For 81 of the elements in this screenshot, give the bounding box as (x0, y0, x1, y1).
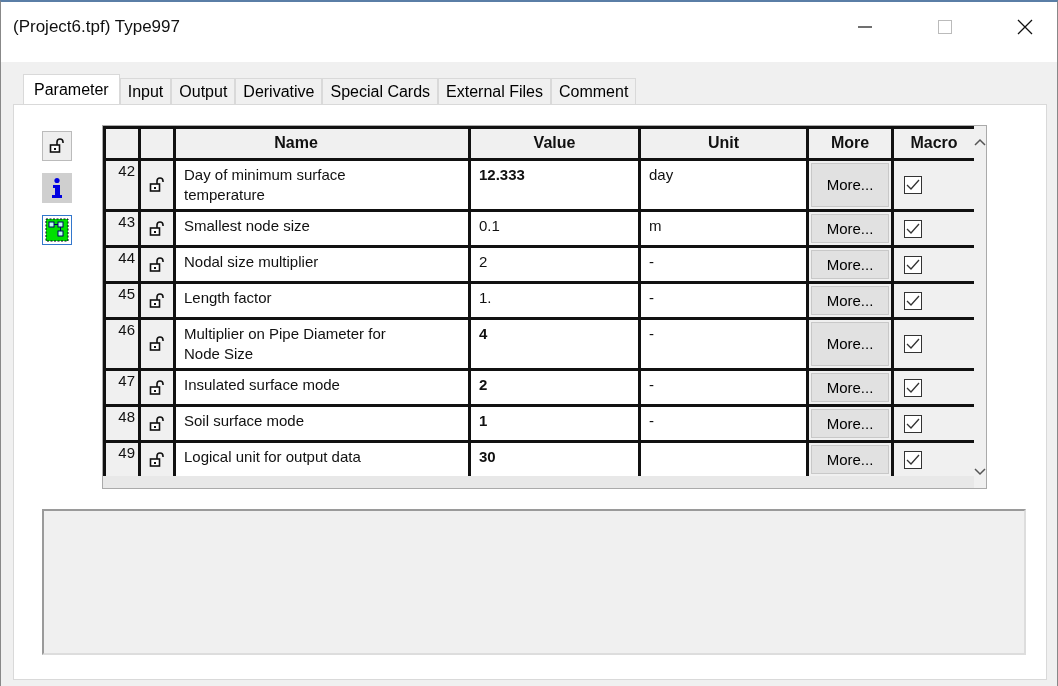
value-field[interactable]: 2 (471, 371, 638, 404)
row-number: 48 (106, 407, 138, 440)
parameter-name: Multiplier on Pipe Diameter for Node Size (176, 320, 468, 368)
value-field[interactable]: 2 (471, 248, 638, 281)
row-number: 45 (106, 284, 138, 317)
checkbox[interactable] (904, 291, 922, 310)
checkbox[interactable] (904, 335, 922, 353)
padlock-icon[interactable] (149, 292, 165, 309)
row-number: 47 (106, 371, 138, 404)
value-field[interactable]: 1 (471, 407, 638, 440)
parameter-name: Nodal size multiplier (176, 248, 468, 281)
row-number: 44 (106, 248, 138, 281)
padlock-icon[interactable] (149, 336, 165, 352)
value-field[interactable]: 4 (471, 320, 638, 368)
tab[interactable]: Derivative (235, 78, 323, 104)
unit-field[interactable] (641, 443, 806, 476)
padlock-icon[interactable] (149, 415, 165, 432)
more-button[interactable]: More... (811, 214, 889, 243)
parameter-name: Insulated surface mode (176, 371, 468, 404)
more-button[interactable]: More... (811, 373, 889, 402)
value-field[interactable]: 0.1 (471, 212, 638, 245)
unit-field[interactable]: m (641, 212, 806, 245)
parameter-name: Length factor (176, 284, 468, 317)
checkbox[interactable] (904, 378, 922, 397)
tab[interactable]: External Files (438, 78, 551, 104)
checkbox[interactable] (904, 255, 922, 274)
column-header: Name (176, 129, 468, 158)
unit-field[interactable]: - (641, 284, 806, 317)
padlock-icon[interactable] (149, 220, 165, 237)
unit-field[interactable]: - (641, 371, 806, 404)
more-button[interactable]: More... (811, 250, 889, 279)
more-button[interactable]: More... (811, 409, 889, 438)
tab[interactable]: Input (119, 78, 172, 104)
padlock-icon[interactable] (149, 177, 165, 193)
column-header: Unit (641, 129, 806, 158)
diagram-icon (45, 218, 69, 242)
window-title: (Project6.tpf) Type997 (13, 17, 180, 37)
column-header: Value (471, 129, 638, 158)
value-field[interactable]: 12.333 (471, 161, 638, 209)
info-icon (49, 177, 65, 199)
checkbox[interactable] (904, 414, 922, 433)
info-button[interactable] (42, 173, 72, 203)
unit-field[interactable]: day (641, 161, 806, 209)
padlock-icon[interactable] (149, 379, 165, 396)
more-button[interactable]: More... (811, 445, 889, 474)
tab[interactable]: Special Cards (322, 78, 439, 104)
checkbox[interactable] (904, 176, 922, 194)
header-cell (106, 129, 138, 158)
checkbox[interactable] (904, 219, 922, 238)
lock-button[interactable] (42, 131, 72, 161)
row-number: 46 (106, 320, 138, 368)
row-number: 42 (106, 161, 138, 209)
unit-field[interactable]: - (641, 248, 806, 281)
unit-field[interactable]: - (641, 407, 806, 440)
parameter-name: Day of minimum surface temperature (176, 161, 468, 209)
more-button[interactable]: More... (811, 286, 889, 315)
tab[interactable]: Output (171, 78, 236, 104)
scroll-down-icon[interactable] (974, 468, 986, 476)
diagram-button[interactable] (42, 215, 72, 245)
column-header: More (809, 129, 891, 158)
tab[interactable]: Comment (551, 78, 637, 104)
row-number: 49 (106, 443, 138, 476)
header-cell (141, 129, 173, 158)
close-icon[interactable] (1017, 19, 1033, 35)
tab[interactable]: Parameter (23, 74, 120, 104)
parameter-name: Logical unit for output data (176, 443, 468, 476)
row-number: 43 (106, 212, 138, 245)
padlock-icon[interactable] (149, 451, 165, 468)
padlock-icon[interactable] (149, 256, 165, 273)
parameter-name: Smallest node size (176, 212, 468, 245)
more-button[interactable]: More... (811, 322, 889, 366)
value-field[interactable]: 1. (471, 284, 638, 317)
more-button[interactable]: More... (811, 163, 889, 207)
padlock-icon (49, 138, 65, 154)
column-header: Macro (894, 129, 974, 158)
unit-field[interactable]: - (641, 320, 806, 368)
value-field[interactable]: 30 (471, 443, 638, 476)
scroll-up-icon[interactable] (974, 138, 986, 146)
checkbox[interactable] (904, 450, 922, 469)
vertical-scrollbar[interactable] (974, 126, 986, 488)
parameter-name: Soil surface mode (176, 407, 468, 440)
